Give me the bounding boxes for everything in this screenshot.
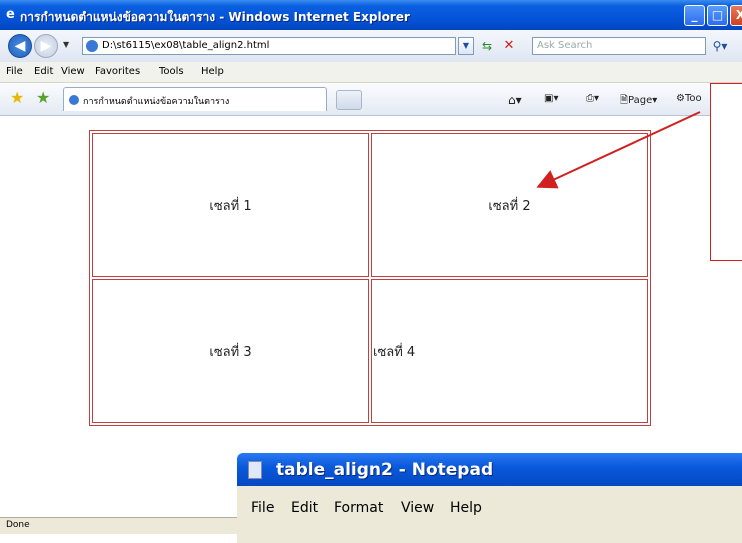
notepad-titlebar[interactable]: table_align2 - Notepad	[237, 453, 742, 486]
notepad-window[interactable]: table_align2 - Notepad File Edit Format …	[237, 453, 742, 543]
notepad-title: table_align2 - Notepad	[276, 460, 494, 480]
notepad-icon	[248, 461, 262, 479]
notepad-menu-bar: File Edit Format View Help	[237, 486, 742, 543]
status-text: Done	[6, 520, 30, 530]
notepad-menu-help[interactable]: Help	[450, 500, 482, 516]
notepad-menu-edit[interactable]: Edit	[291, 500, 318, 516]
notepad-menu-format[interactable]: Format	[334, 500, 383, 516]
notepad-menu-view[interactable]: View	[401, 500, 434, 516]
notepad-menu-file[interactable]: File	[251, 500, 274, 516]
